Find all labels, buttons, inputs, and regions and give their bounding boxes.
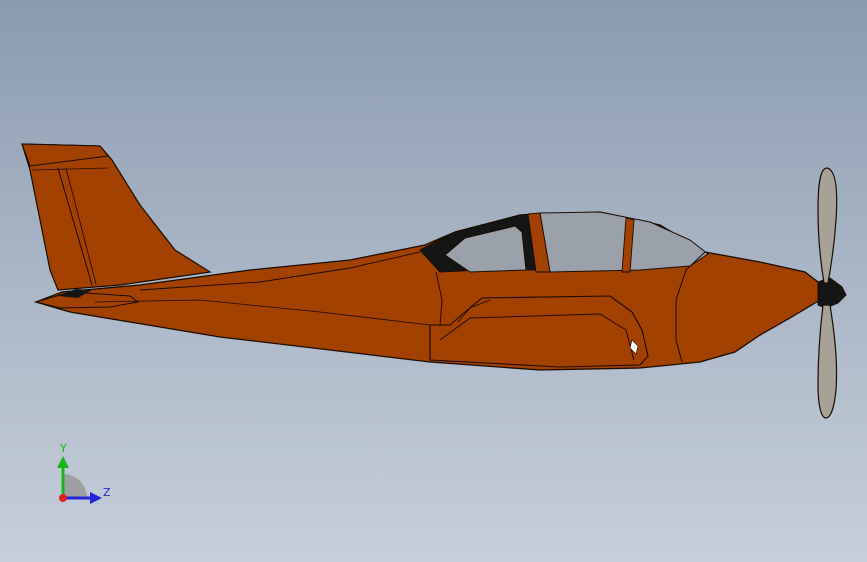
vertical-tail-fin bbox=[21, 143, 212, 291]
propeller-blade-upper bbox=[817, 167, 838, 284]
airplane-model[interactable] bbox=[0, 0, 867, 562]
propeller-spinner bbox=[817, 277, 847, 309]
z-axis-arrow bbox=[90, 492, 102, 504]
graphics-viewport[interactable]: Y Z bbox=[0, 0, 867, 562]
propeller-blade-lower bbox=[817, 304, 838, 419]
y-axis-arrow bbox=[57, 456, 69, 468]
coordinate-triad bbox=[57, 456, 102, 504]
triad-quarter-disc bbox=[63, 474, 87, 498]
triad-origin bbox=[59, 494, 67, 502]
z-axis-label: Z bbox=[103, 486, 111, 499]
y-axis-label: Y bbox=[60, 442, 67, 455]
